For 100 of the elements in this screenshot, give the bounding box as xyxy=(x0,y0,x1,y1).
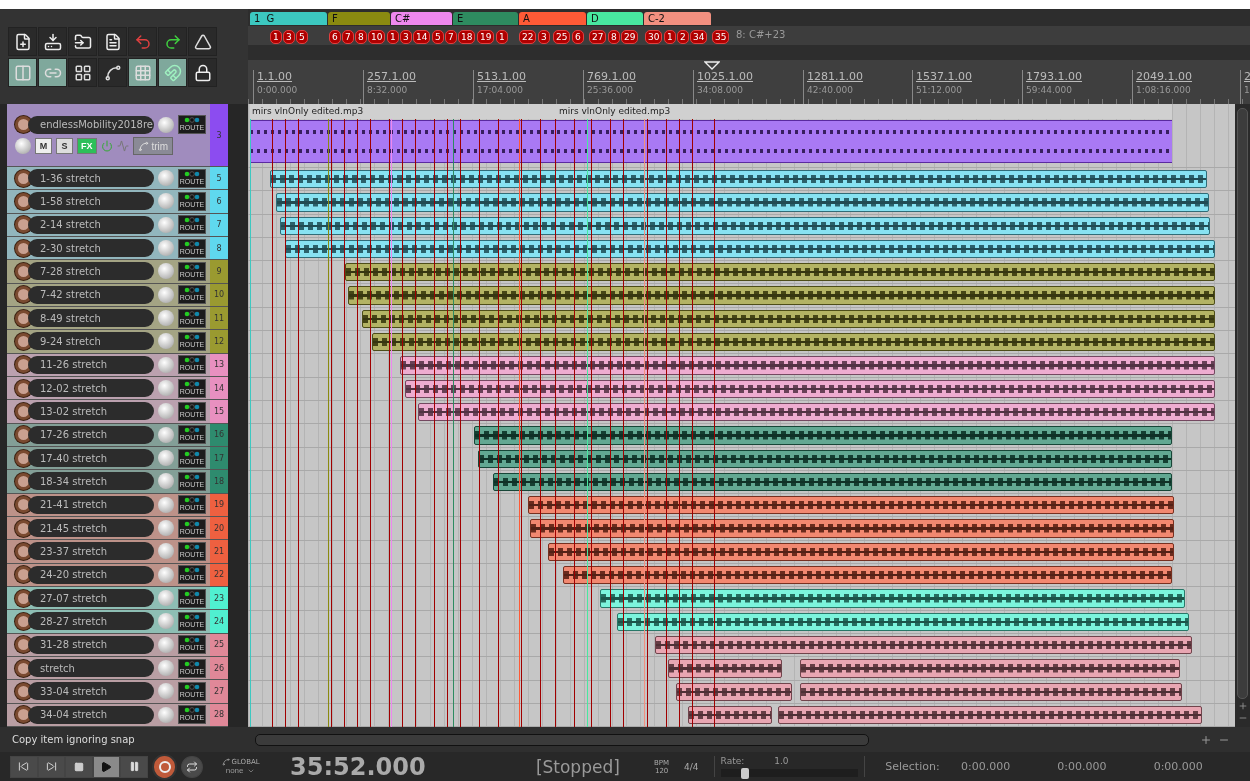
marker-tag[interactable]: 6 xyxy=(572,30,584,44)
toolbar-button[interactable] xyxy=(68,58,97,87)
track-name[interactable]: 31-28 stretch xyxy=(28,635,154,654)
scrollbar-thumb[interactable] xyxy=(1237,108,1248,699)
track-name[interactable]: 23-37 stretch xyxy=(28,542,154,561)
track-name[interactable]: 21-41 stretch xyxy=(28,495,154,514)
track-name[interactable]: 1-58 stretch xyxy=(28,192,154,211)
audio-item[interactable] xyxy=(405,379,1215,398)
pan-knob[interactable] xyxy=(15,138,31,154)
slider-thumb[interactable] xyxy=(741,768,750,779)
audio-item[interactable] xyxy=(557,120,1172,163)
toolbar-button[interactable] xyxy=(188,27,217,56)
marker-tag[interactable]: 19 xyxy=(477,30,495,44)
marker-tag[interactable]: 34 xyxy=(690,30,708,44)
audio-item[interactable] xyxy=(285,239,1215,259)
region-tag[interactable]: F xyxy=(328,12,390,25)
toolbar-button[interactable] xyxy=(128,58,157,87)
toolbar-button[interactable] xyxy=(8,58,37,87)
mute-button[interactable]: M xyxy=(35,138,52,154)
audio-item[interactable] xyxy=(474,426,1172,445)
track-name[interactable]: 7-42 stretch xyxy=(28,285,154,304)
automation-mode-dropdown[interactable]: none xyxy=(225,766,256,775)
track-name[interactable]: 1-36 stretch xyxy=(28,169,154,188)
toolbar-button[interactable] xyxy=(98,27,127,56)
volume-knob[interactable] xyxy=(158,473,174,490)
repeat-button[interactable] xyxy=(181,755,204,778)
audio-item[interactable] xyxy=(478,449,1172,468)
toolbar-button[interactable] xyxy=(158,27,187,56)
start-button[interactable] xyxy=(10,755,38,778)
audio-item[interactable] xyxy=(345,263,1215,282)
region-tag[interactable]: C# xyxy=(391,12,452,25)
track-name[interactable]: 24-20 stretch xyxy=(28,565,154,584)
marker-tag[interactable]: 22 xyxy=(519,30,537,44)
track-name[interactable]: 18-34 stretch xyxy=(28,472,154,491)
marker-tag[interactable]: 3 xyxy=(283,30,295,44)
marker-tag[interactable]: 18 xyxy=(458,30,476,44)
region-tag[interactable]: C-2 xyxy=(644,12,711,25)
audio-item[interactable] xyxy=(548,542,1174,562)
marker-tag[interactable]: 1 xyxy=(496,30,508,44)
volume-knob[interactable] xyxy=(158,450,174,467)
audio-item[interactable] xyxy=(270,170,1207,189)
marker-tag[interactable]: 7 xyxy=(342,30,354,44)
marker-tag[interactable]: 8 xyxy=(355,30,367,44)
track-name[interactable]: 13-02 stretch xyxy=(28,402,154,421)
marker-tag[interactable]: 3 xyxy=(400,30,412,44)
audio-item[interactable] xyxy=(400,356,1215,375)
solo-button[interactable]: S xyxy=(56,138,73,154)
marker-tag[interactable]: 3 xyxy=(538,30,550,44)
track-name[interactable]: stretch xyxy=(28,659,154,678)
track-name[interactable]: 21-45 stretch xyxy=(28,519,154,538)
audio-item[interactable] xyxy=(528,496,1174,515)
volume-knob[interactable] xyxy=(158,520,174,537)
marker-tag[interactable]: 5 xyxy=(296,30,308,44)
track-name[interactable]: 27-07 stretch xyxy=(28,589,154,608)
audio-item[interactable] xyxy=(276,193,1209,212)
audio-item[interactable] xyxy=(800,682,1182,701)
marker-tag[interactable]: 7 xyxy=(445,30,457,44)
audio-item[interactable] xyxy=(362,309,1215,329)
track-name[interactable]: 2-14 stretch xyxy=(28,215,154,234)
stop-button[interactable] xyxy=(65,755,93,778)
audio-item[interactable] xyxy=(668,659,782,678)
toolbar-button[interactable] xyxy=(98,58,127,87)
volume-knob[interactable] xyxy=(158,116,174,133)
track-name[interactable]: 8-49 stretch xyxy=(28,309,154,328)
toolbar-button[interactable] xyxy=(158,58,187,87)
volume-knob[interactable] xyxy=(158,496,174,513)
audio-item[interactable] xyxy=(600,589,1185,608)
marker-tag[interactable]: 30 xyxy=(645,30,663,44)
end-button[interactable] xyxy=(37,755,66,778)
toolbar-button[interactable] xyxy=(188,58,217,87)
track-name[interactable]: 11-26 stretch xyxy=(28,355,154,374)
audio-item[interactable] xyxy=(418,402,1215,422)
zoom-in-button[interactable] xyxy=(1200,733,1212,746)
track-name[interactable]: 2-30 stretch xyxy=(28,239,154,258)
record-button[interactable] xyxy=(151,753,178,780)
marker-tag[interactable]: 25 xyxy=(553,30,571,44)
volume-knob[interactable] xyxy=(158,566,174,583)
toolbar-button[interactable] xyxy=(68,27,97,56)
marker-tag[interactable]: 1 xyxy=(664,30,676,44)
toolbar-button[interactable] xyxy=(8,27,37,56)
audio-item[interactable] xyxy=(778,705,1202,725)
region-tag[interactable]: A xyxy=(519,12,586,25)
marker-tag[interactable]: 1 xyxy=(270,30,282,44)
marker-tag[interactable]: 5 xyxy=(432,30,444,44)
marker-tag[interactable]: 35 xyxy=(712,30,730,44)
track-name[interactable]: 7-28 stretch xyxy=(28,262,154,281)
marker-tag[interactable]: 1 xyxy=(387,30,399,44)
marker-tag[interactable]: 14 xyxy=(413,30,431,44)
track-name[interactable]: 33-04 stretch xyxy=(28,682,154,701)
marker-tag[interactable]: 2 xyxy=(677,30,689,44)
region-tag[interactable]: D xyxy=(587,12,643,25)
audio-item[interactable] xyxy=(348,286,1215,305)
toolbar-button[interactable] xyxy=(38,58,67,87)
marker-tag[interactable]: 6 xyxy=(329,30,341,44)
track-name[interactable]: 17-40 stretch xyxy=(28,449,154,468)
track-name[interactable]: endlessMobility2018re xyxy=(28,115,154,134)
zoom-in-button[interactable] xyxy=(1237,701,1248,711)
playhead-icon[interactable] xyxy=(704,61,720,70)
volume-knob[interactable] xyxy=(158,426,174,443)
track-name[interactable]: 9-24 stretch xyxy=(28,332,154,351)
